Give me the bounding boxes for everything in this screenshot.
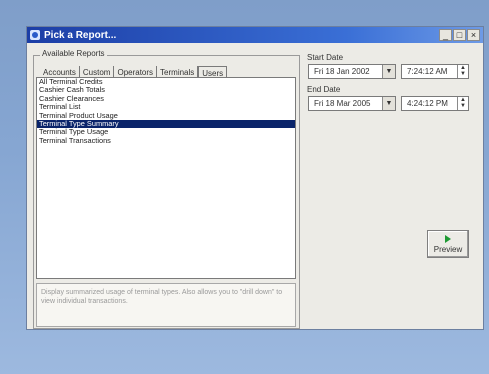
available-reports-label: Available Reports <box>40 49 107 58</box>
start-time-value: 7:24:12 AM <box>407 67 448 76</box>
minimize-button[interactable]: _ <box>439 29 452 41</box>
start-date-picker[interactable]: Fri 18 Jan 2002 ▼ <box>308 64 396 79</box>
preview-label: Preview <box>433 244 463 254</box>
preview-button[interactable]: Preview <box>427 230 469 258</box>
end-time-value: 4:24:12 PM <box>407 99 448 108</box>
start-date-value: Fri 18 Jan 2002 <box>314 67 370 76</box>
end-time-field[interactable]: 4:24:12 PM ▲ ▼ <box>401 96 469 111</box>
end-date-value: Fri 18 Mar 2005 <box>314 99 371 108</box>
app-icon <box>30 30 40 40</box>
start-date-label: Start Date <box>307 53 344 62</box>
chevron-down-icon[interactable]: ▼ <box>382 65 395 78</box>
spinner-icon[interactable]: ▲ ▼ <box>457 65 468 78</box>
end-date-picker[interactable]: Fri 18 Mar 2005 ▼ <box>308 96 396 111</box>
chevron-down-icon[interactable]: ▼ <box>382 97 395 110</box>
play-icon <box>445 234 451 243</box>
report-window: Pick a Report... _ □ × Available Reports… <box>26 26 484 330</box>
close-button[interactable]: × <box>467 29 480 41</box>
maximize-button[interactable]: □ <box>453 29 466 41</box>
report-description: Display summarized usage of terminal typ… <box>36 283 296 327</box>
spinner-icon[interactable]: ▲ ▼ <box>457 97 468 110</box>
end-date-label: End Date <box>307 85 341 94</box>
list-item[interactable]: Terminal Transactions <box>37 136 295 145</box>
report-list[interactable]: All Terminal Credits Cashier Cash Totals… <box>36 77 296 279</box>
title-bar[interactable]: Pick a Report... _ □ × <box>27 27 483 43</box>
window-title: Pick a Report... <box>44 29 117 41</box>
start-time-field[interactable]: 7:24:12 AM ▲ ▼ <box>401 64 469 79</box>
